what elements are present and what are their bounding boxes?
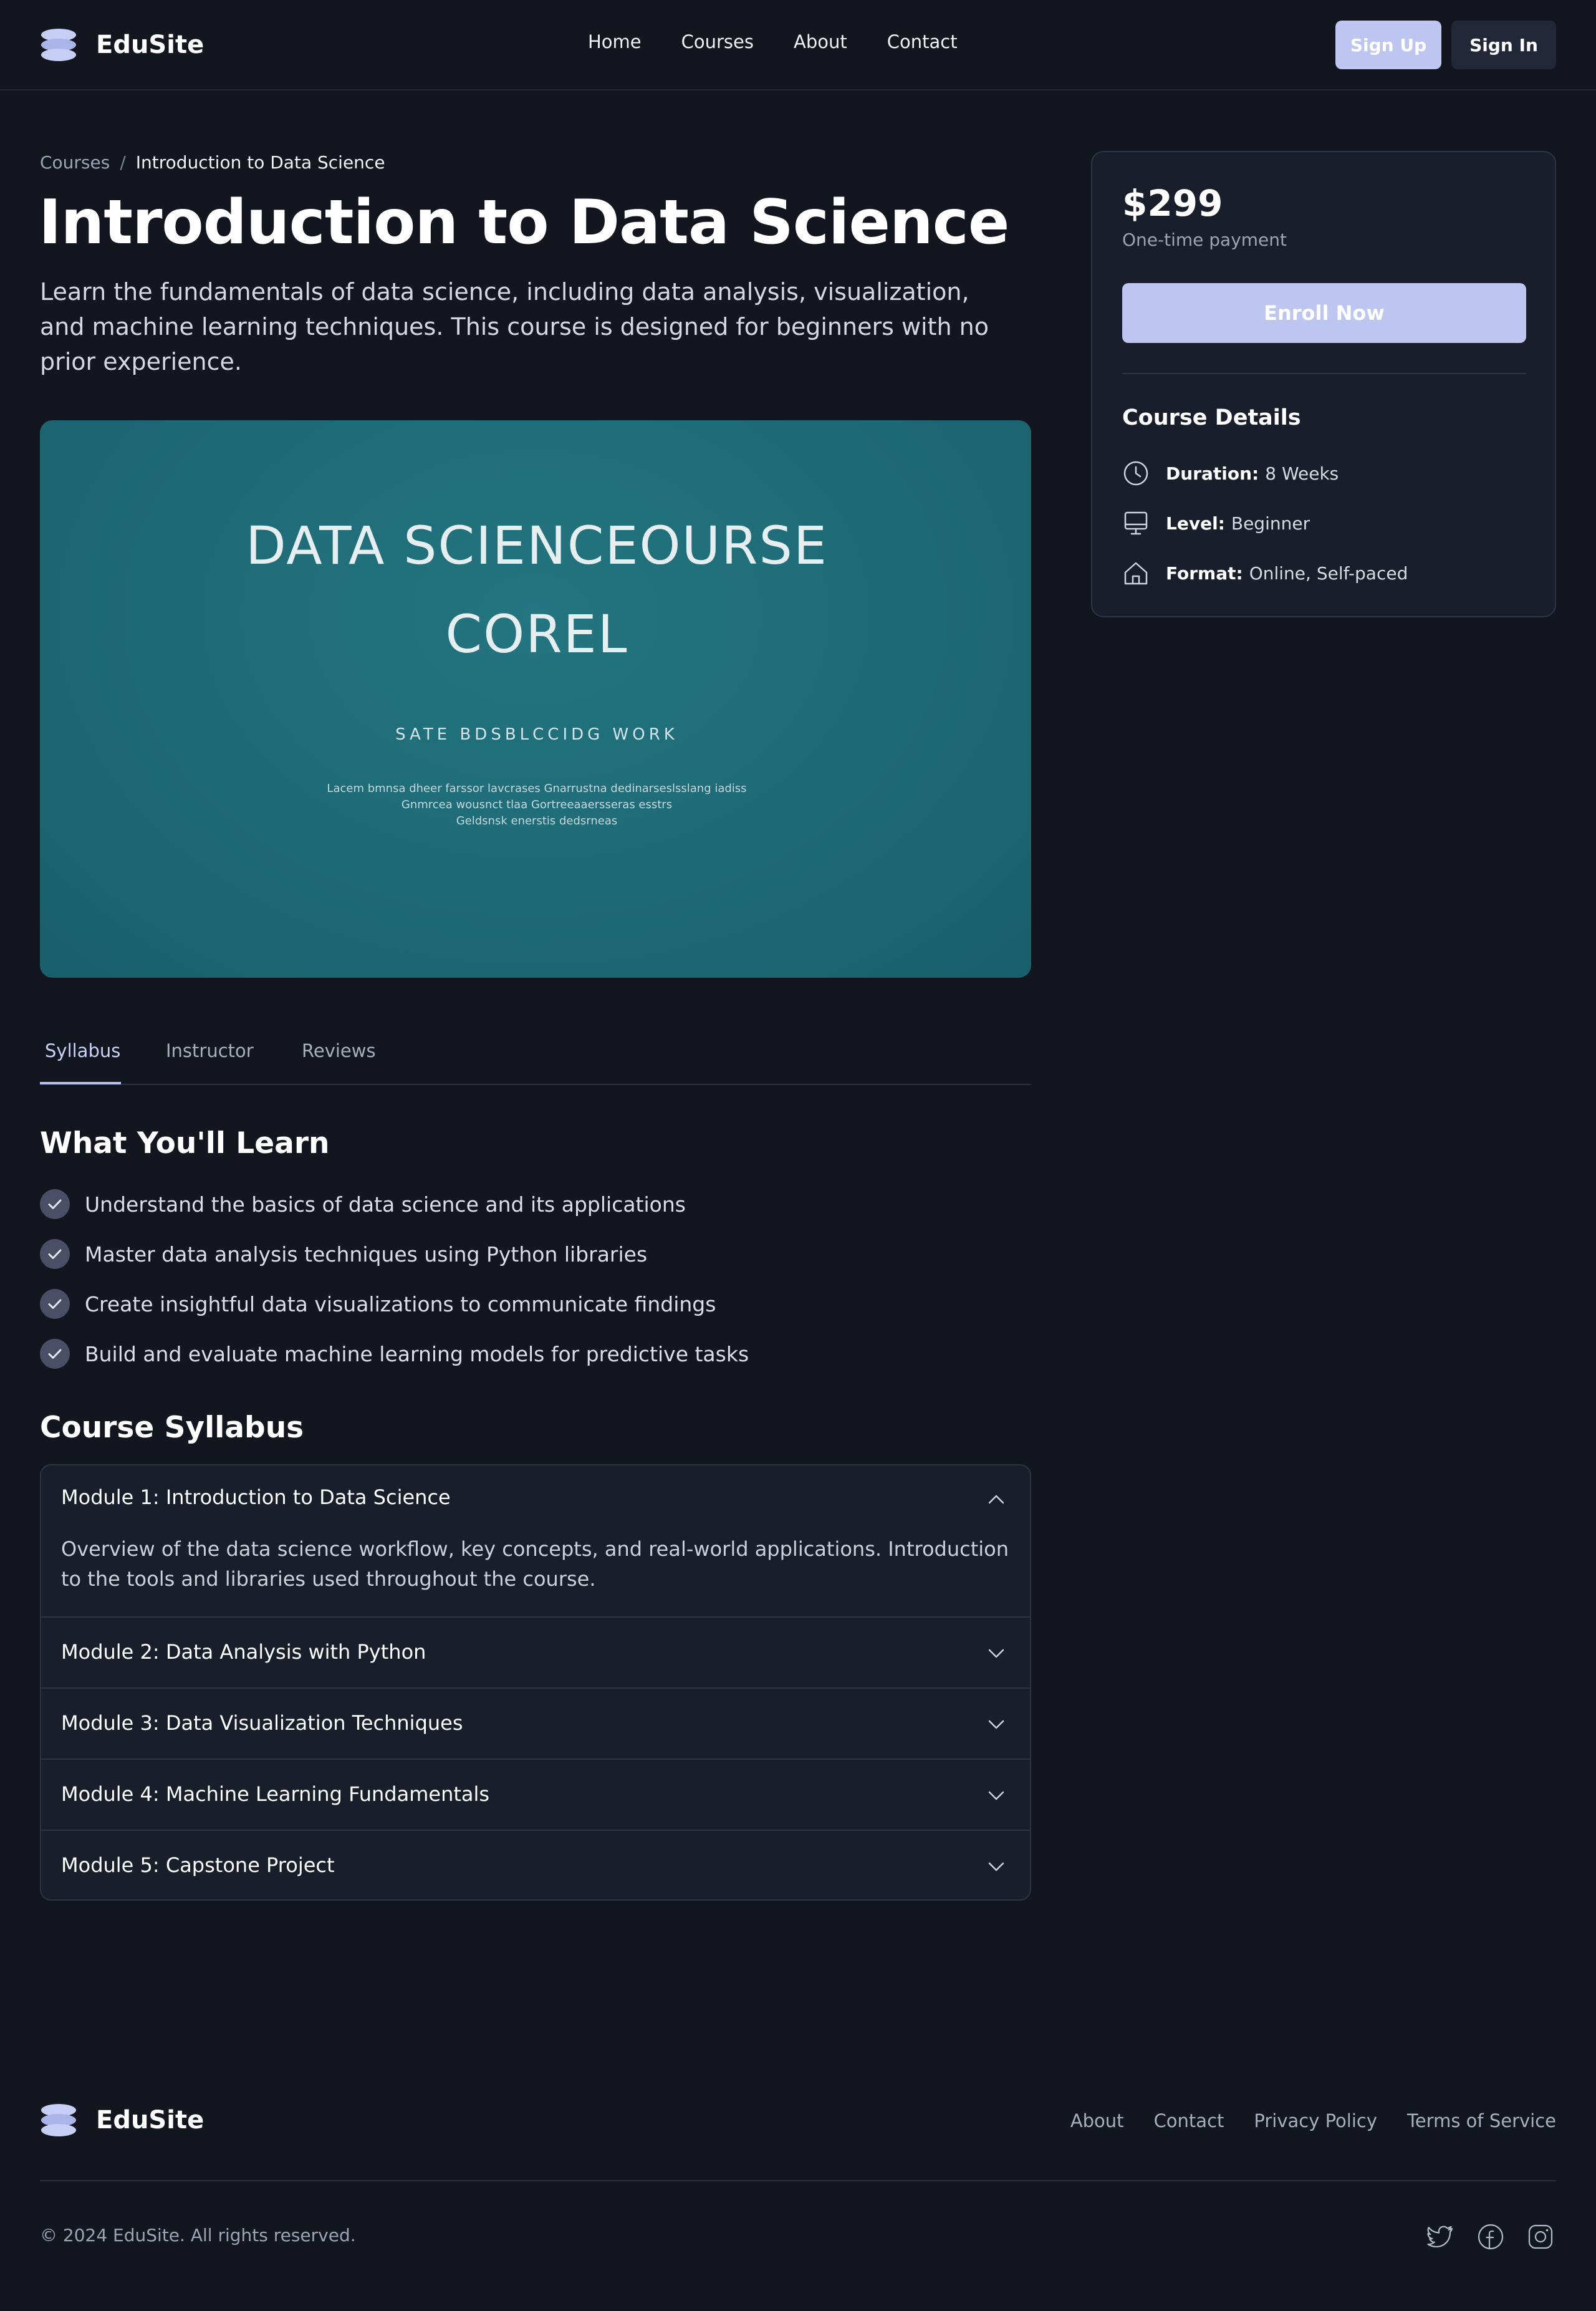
module-description: Overview of the data science workflow, k… (61, 1537, 1009, 1591)
learn-heading: What You'll Learn (40, 1126, 330, 1160)
nav-link-contact[interactable]: Contact (887, 31, 958, 52)
clock-icon (1123, 461, 1148, 486)
enroll-now-button[interactable]: Enroll Now (1122, 283, 1526, 343)
detail-label: Level: (1166, 513, 1225, 534)
learn-item-text: Master data analysis techniques using Py… (85, 1242, 648, 1266)
hero-image-subtitle: SATE BDSBLCCIDG WORK (395, 725, 678, 744)
check-circle-icon (40, 1339, 70, 1369)
hero-image-small-text-3: Geldsnsk enerstis dedsrneas (456, 814, 618, 827)
hero-image-graphic: DATA SCIENCEOURSE COREL SATE BDSBLCCIDG … (246, 515, 828, 827)
tab-reviews[interactable]: Reviews (302, 1040, 376, 1061)
syllabus-heading: Course Syllabus (40, 1411, 304, 1445)
footer-link-privacy-policy[interactable]: Privacy Policy (1254, 2110, 1377, 2131)
course-title: Introduction to Data Science (39, 187, 1009, 258)
module-title: Module 4: Machine Learning Fundamentals (61, 1782, 490, 1806)
hero-image-line2: COREL (445, 604, 628, 665)
detail-duration: Duration: 8 Weeks (1122, 459, 1339, 488)
detail-value: Beginner (1231, 513, 1310, 534)
twitter-icon[interactable] (1426, 2222, 1455, 2251)
detail-value: Online, Self-paced (1249, 562, 1408, 584)
hero-image-small-text-1: Lacem bmnsa dheer farssor lavcrases Gnar… (327, 782, 746, 795)
breadcrumb-courses-link[interactable]: Courses (40, 152, 110, 173)
module-title: Module 5: Capstone Project (61, 1853, 335, 1877)
module-title: Module 2: Data Analysis with Python (61, 1640, 426, 1664)
check-circle-icon (40, 1239, 70, 1269)
module-item-5[interactable]: Module 5: Capstone Project (41, 1830, 1030, 1899)
main-nav: Home Courses About Contact (588, 31, 958, 52)
stack-logo-icon (41, 29, 76, 61)
module-item-1: Module 1: Introduction to Data Science O… (41, 1465, 1030, 1616)
facebook-icon[interactable] (1476, 2222, 1505, 2251)
footer-brand-logo[interactable]: EduSite (40, 2100, 204, 2140)
course-hero-image: DATA SCIENCEOURSE COREL SATE BDSBLCCIDG … (40, 420, 1031, 978)
learn-item: Master data analysis techniques using Py… (40, 1238, 647, 1270)
home-icon (1124, 562, 1148, 585)
tab-instructor[interactable]: Instructor (166, 1040, 254, 1061)
module-item-3[interactable]: Module 3: Data Visualization Techniques (41, 1687, 1030, 1759)
footer-link-about[interactable]: About (1070, 2110, 1124, 2131)
hero-image-small-text-2: Gnmrcea wousnct tlaa Gortreeaaersseras e… (401, 798, 672, 811)
learn-item: Create insightful data visualizations to… (40, 1288, 716, 1320)
detail-value: 8 Weeks (1265, 463, 1339, 484)
detail-label: Format: (1166, 562, 1243, 584)
instagram-icon[interactable] (1526, 2222, 1555, 2251)
top-navigation-bar: EduSite Home Courses About Contact Sign … (0, 0, 1596, 90)
footer-brand-name: EduSite (96, 2106, 204, 2135)
module-header-1[interactable]: Module 1: Introduction to Data Science (41, 1465, 1030, 1534)
detail-label: Duration: (1166, 463, 1259, 484)
sign-up-button[interactable]: Sign Up (1335, 21, 1441, 69)
detail-level: Level: Beginner (1122, 509, 1310, 538)
copyright-text: © 2024 EduSite. All rights reserved. (40, 2225, 356, 2246)
card-divider (1122, 373, 1526, 374)
active-tab-indicator (40, 1082, 121, 1084)
hero-image-line1: DATA SCIENCEOURSE (246, 515, 828, 576)
course-details-heading: Course Details (1122, 405, 1301, 430)
module-item-2[interactable]: Module 2: Data Analysis with Python (41, 1616, 1030, 1687)
footer-link-contact[interactable]: Contact (1154, 2110, 1224, 2131)
footer-divider (40, 2180, 1556, 2181)
chevron-up-icon[interactable] (986, 1489, 1007, 1510)
syllabus-accordion: Module 1: Introduction to Data Science O… (40, 1464, 1031, 1901)
payment-note: One-time payment (1122, 229, 1287, 250)
learn-item: Understand the basics of data science an… (40, 1189, 686, 1220)
course-tabs: Syllabus Instructor Reviews (40, 1023, 1031, 1085)
module-item-4[interactable]: Module 4: Machine Learning Fundamentals (41, 1759, 1030, 1830)
breadcrumb-current: Introduction to Data Science (135, 152, 385, 173)
chevron-down-icon[interactable] (986, 1785, 1007, 1806)
chevron-down-icon[interactable] (986, 1856, 1007, 1877)
footer-link-terms-of-service[interactable]: Terms of Service (1407, 2110, 1556, 2131)
detail-format: Format: Online, Self-paced (1122, 559, 1408, 587)
learn-item: Build and evaluate machine learning mode… (40, 1338, 749, 1369)
module-title: Module 3: Data Visualization Techniques (61, 1711, 463, 1735)
learn-item-text: Build and evaluate machine learning mode… (85, 1341, 749, 1366)
chevron-down-icon[interactable] (986, 1714, 1007, 1735)
sign-in-button[interactable]: Sign In (1451, 21, 1556, 69)
monitor-icon (1124, 511, 1148, 535)
tab-syllabus[interactable]: Syllabus (45, 1040, 120, 1061)
breadcrumb: Courses / Introduction to Data Science (40, 152, 385, 173)
nav-link-home[interactable]: Home (588, 31, 642, 52)
pricing-card: $299 One-time payment Enroll Now Course … (1091, 151, 1556, 617)
check-circle-icon (40, 1189, 70, 1219)
chevron-down-icon[interactable] (986, 1643, 1007, 1664)
breadcrumb-separator: / (120, 152, 126, 173)
nav-link-about[interactable]: About (794, 31, 847, 52)
footer-links: About Contact Privacy Policy Terms of Se… (1070, 2110, 1556, 2131)
check-circle-icon (40, 1289, 70, 1319)
brand-name: EduSite (96, 31, 204, 59)
module-title: Module 1: Introduction to Data Science (61, 1485, 451, 1509)
course-price: $299 (1122, 182, 1223, 224)
course-description: Learn the fundamentals of data science, … (40, 278, 989, 375)
stack-logo-icon (41, 2104, 76, 2136)
learn-item-text: Create insightful data visualizations to… (85, 1291, 716, 1316)
brand-logo[interactable]: EduSite (40, 25, 204, 65)
learn-item-text: Understand the basics of data science an… (85, 1192, 686, 1217)
nav-link-courses[interactable]: Courses (681, 31, 754, 52)
